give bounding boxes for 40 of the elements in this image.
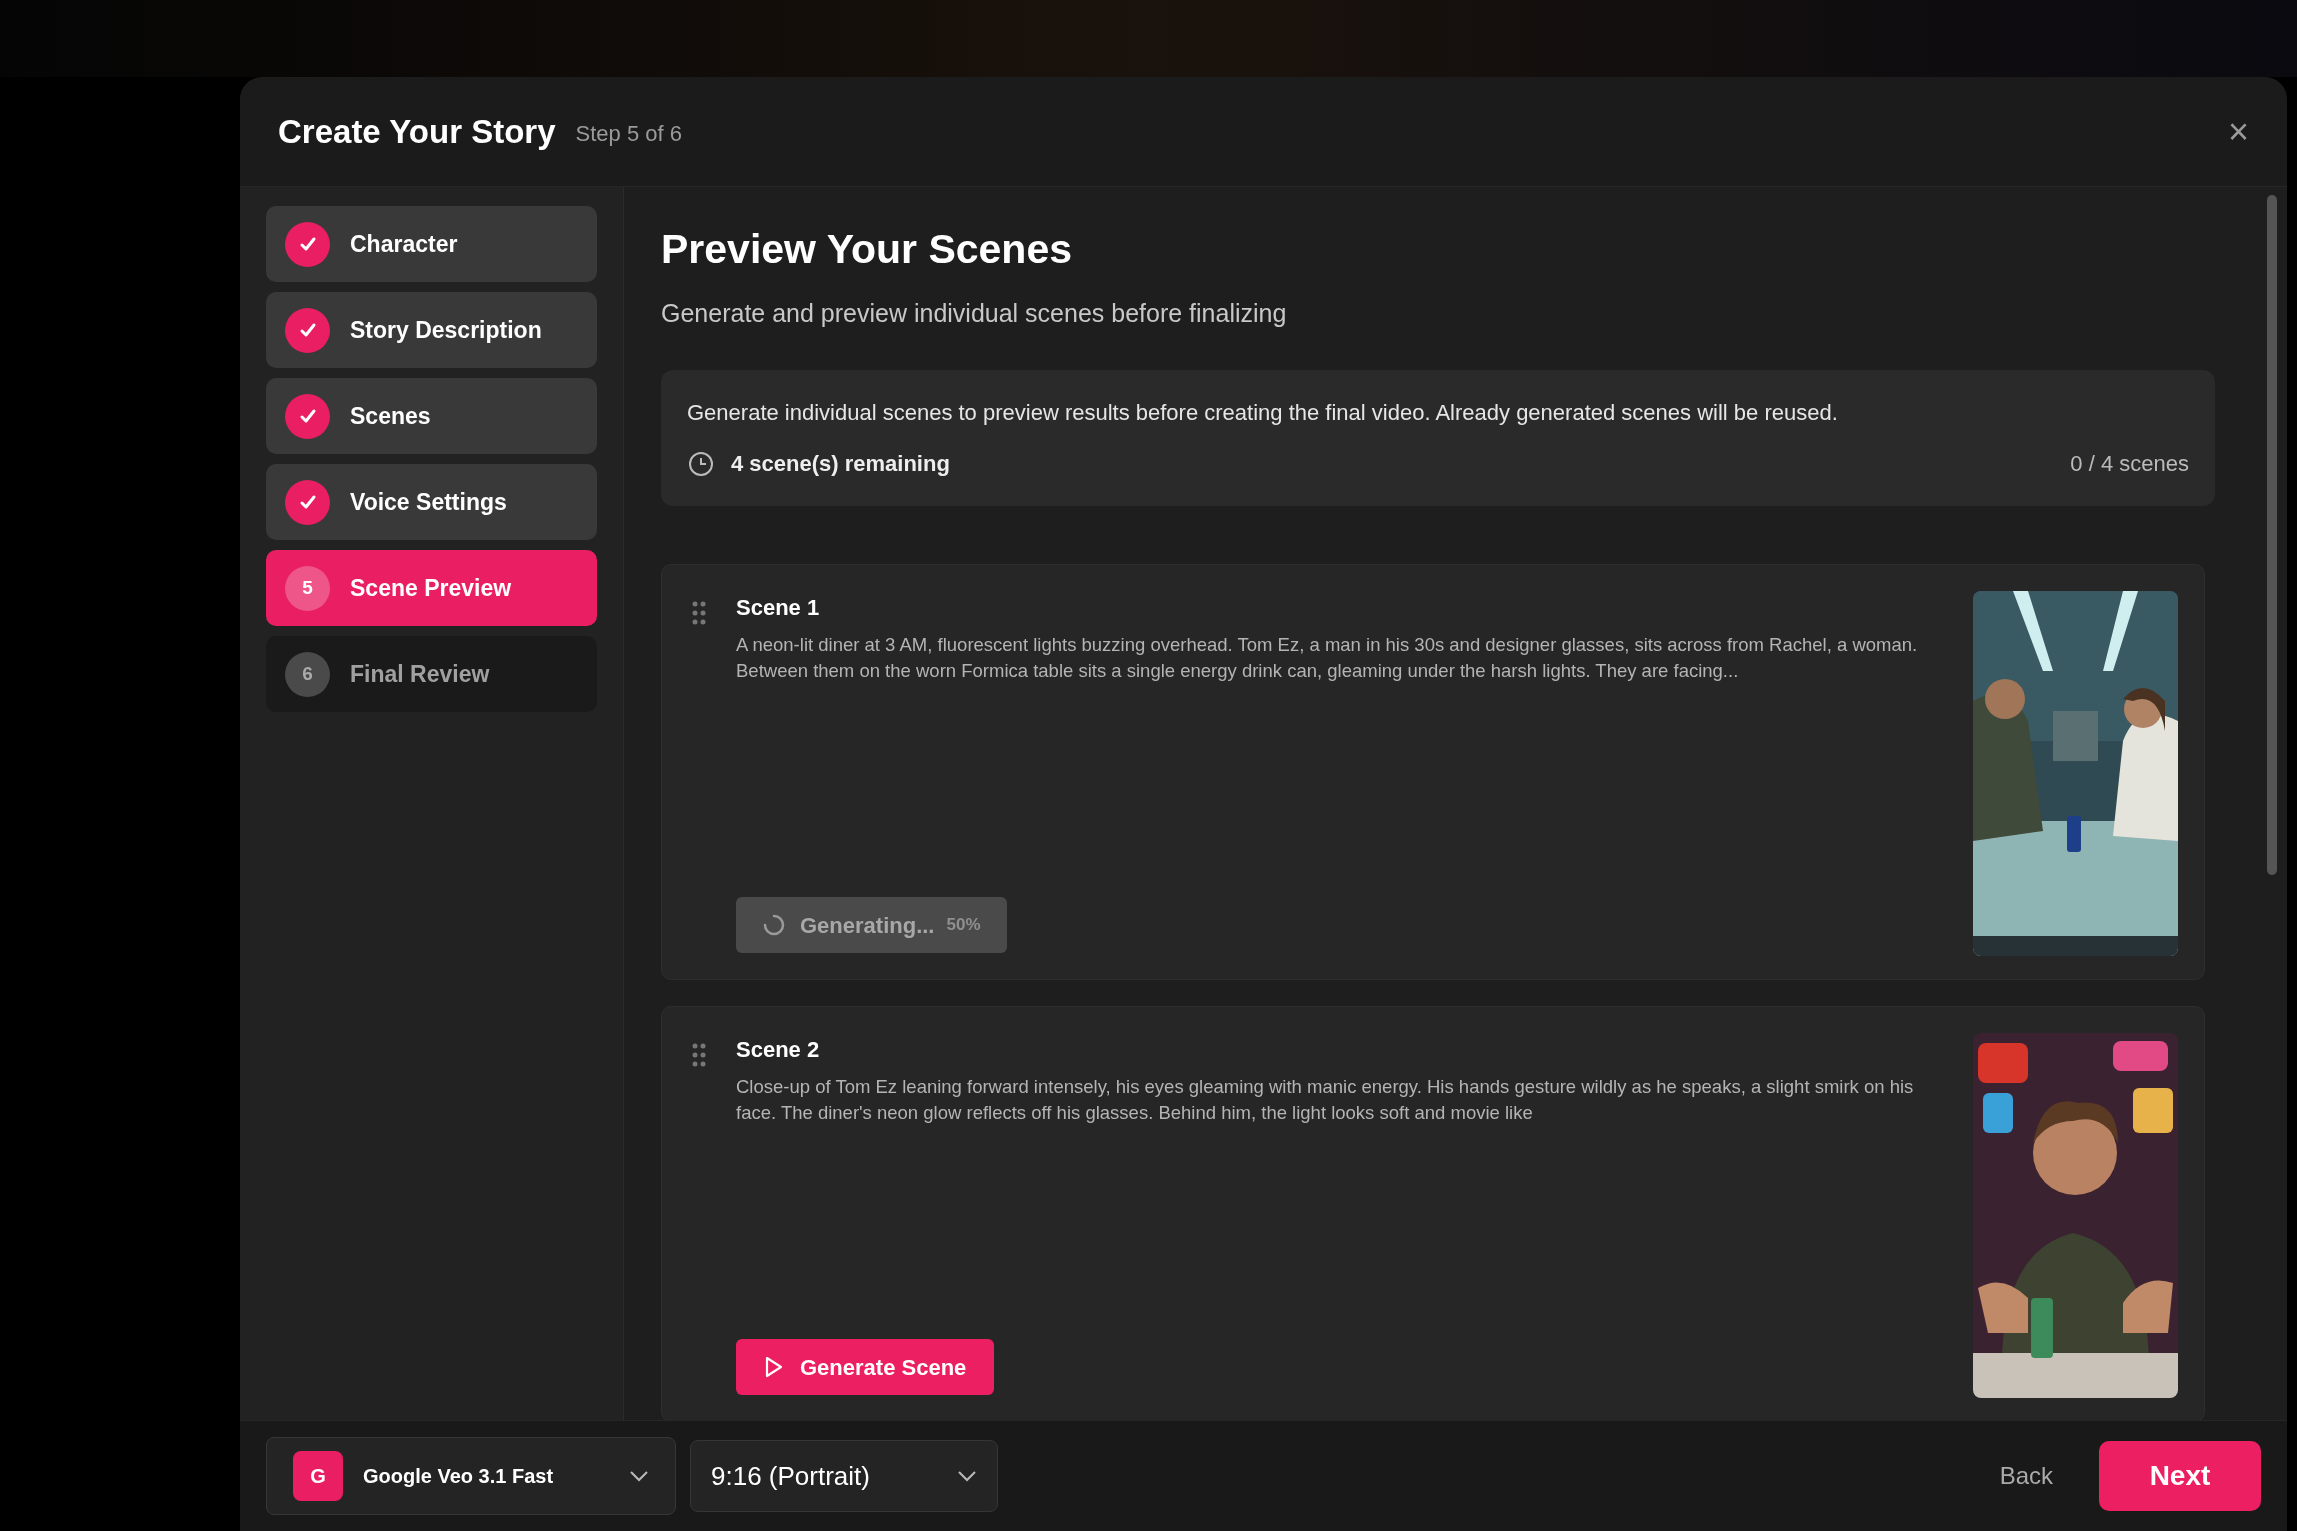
step-tab[interactable]: Character: [266, 206, 597, 282]
scene-description: Close-up of Tom Ez leaning forward intensely, his eyes gleaming with manic energy. His hands gesture wildly as he speaks, a slight smirk on his face. The diner's neon glow reflects off his glasses. Behind him, the light looks soft and movie like: [736, 1075, 1915, 1125]
step-tab[interactable]: Voice Settings: [266, 464, 597, 540]
next-button[interactable]: Next: [2099, 1441, 2261, 1511]
scene-title: Scene 1: [736, 594, 821, 622]
check-icon: [285, 307, 330, 353]
model-dropdown[interactable]: G Google Veo 3.1 Fast: [266, 1437, 676, 1515]
aspect-dropdown[interactable]: 9:16 (Portrait): [690, 1440, 998, 1512]
check-icon: [285, 221, 330, 267]
step-tab[interactable]: 5 Scene Preview: [266, 550, 597, 626]
play-icon: [764, 1356, 784, 1378]
drag-handle-icon[interactable]: [692, 1043, 706, 1067]
close-button[interactable]: ×: [2227, 113, 2249, 150]
check-icon: [285, 479, 330, 525]
step-tab[interactable]: 6 Final Review: [266, 636, 597, 712]
chevron-down-icon: [629, 1470, 649, 1482]
scene-title: Scene 2: [736, 1036, 821, 1064]
info-text: Generate individual scenes to preview results before creating the final video. Already generated scenes will be reused.: [687, 399, 1839, 427]
clock-icon: [687, 449, 715, 478]
progress-percent: 50%: [946, 914, 981, 937]
check-icon: [285, 393, 330, 439]
dialog-title: Create Your Story: [278, 111, 556, 152]
generate-scene-button[interactable]: Generate Scene: [736, 1339, 995, 1395]
section-heading: Preview Your Scenes: [661, 225, 1073, 274]
scene-count: 0 / 4 scenes: [2070, 450, 2189, 478]
drag-handle-icon[interactable]: [692, 601, 706, 625]
spinner-icon: [762, 913, 786, 937]
scene-description: A neon-lit diner at 3 AM, fluorescent lights buzzing overhead. Tom Ez, a man in his 30s and designer glasses, sits across from Rachel, a woman. Between them on the worn Formica table sits a single energy drink can, gleaming under the harsh lights. They are facing...: [736, 633, 1919, 683]
step-tab[interactable]: Story Description: [266, 292, 597, 368]
remaining-count: 4 scene(s) remaining: [731, 450, 950, 478]
step-number: 6: [285, 651, 330, 697]
step-number: 5: [285, 565, 330, 611]
section-subheading: Generate and preview individual scenes before finalizing: [661, 297, 1288, 329]
step-counter: Step 5 of 6: [575, 120, 682, 148]
step-tab[interactable]: Scenes: [266, 378, 597, 454]
chevron-down-icon: [957, 1470, 977, 1482]
scrollbar[interactable]: [2267, 195, 2277, 875]
generating-button[interactable]: Generating... 50%: [736, 897, 1007, 953]
model-badge: G: [293, 1451, 343, 1501]
back-button[interactable]: Back: [1983, 1448, 2069, 1504]
